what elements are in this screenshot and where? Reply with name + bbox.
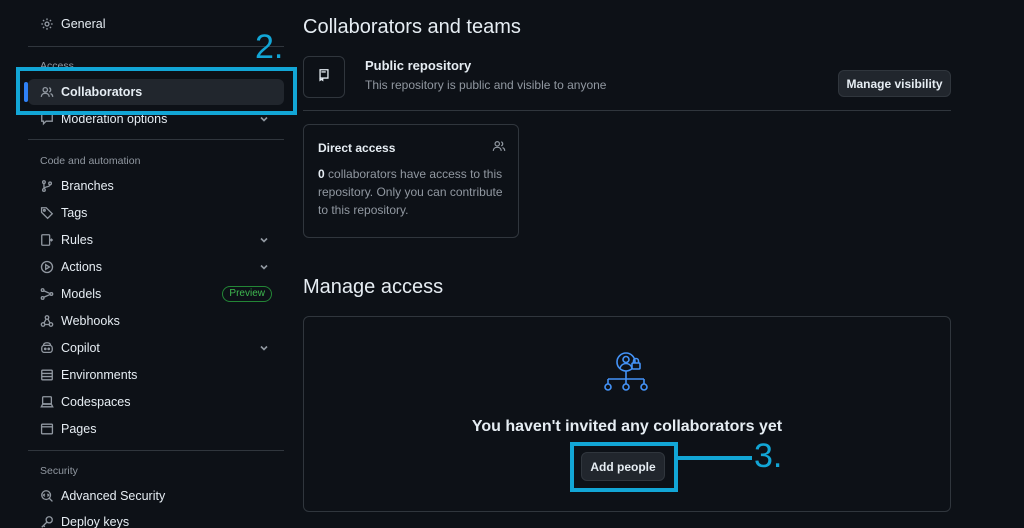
sidebar-item-codespaces[interactable]: Codespaces	[28, 389, 284, 415]
server-icon	[40, 368, 54, 382]
section-label-code-automation: Code and automation	[40, 155, 141, 167]
sidebar-item-pages[interactable]: Pages	[28, 416, 284, 442]
sidebar-item-rules[interactable]: Rules	[28, 227, 284, 253]
sidebar-item-webhooks[interactable]: Webhooks	[28, 308, 284, 334]
chevron-down-icon	[258, 234, 270, 246]
webhook-icon	[40, 314, 54, 328]
annotation-step-2: 2.	[255, 28, 284, 66]
sidebar-item-label: Codespaces	[61, 395, 131, 409]
sidebar-divider	[28, 450, 284, 451]
collaborator-count: 0	[318, 167, 325, 181]
sidebar-item-environments[interactable]: Environments	[28, 362, 284, 388]
sidebar-item-label: Rules	[61, 233, 93, 247]
annotation-connector-line	[676, 456, 752, 460]
chevron-down-icon	[258, 342, 270, 354]
manage-visibility-button[interactable]: Manage visibility	[838, 70, 951, 97]
sidebar-item-label: Branches	[61, 179, 114, 193]
repo-visibility-description: This repository is public and visible to…	[365, 78, 607, 92]
repo-icon	[317, 68, 331, 87]
page-title: Collaborators and teams	[303, 16, 521, 38]
key-icon	[40, 515, 54, 528]
direct-access-text: collaborators have access to this reposi…	[318, 167, 503, 217]
preview-badge: Preview	[222, 286, 272, 302]
direct-access-title: Direct access	[318, 141, 396, 155]
sidebar-divider	[28, 139, 284, 140]
section-divider	[303, 110, 951, 111]
direct-access-description: 0 collaborators have access to this repo…	[318, 165, 514, 219]
sidebar-item-label: Tags	[61, 206, 88, 220]
sidebar-item-label: General	[61, 17, 106, 31]
sidebar-item-label: Copilot	[61, 341, 100, 355]
play-circle-icon	[40, 260, 54, 274]
sidebar-item-models[interactable]: Models Preview	[28, 281, 284, 307]
sidebar-item-general[interactable]: General	[28, 11, 284, 37]
annotation-box-collaborators	[16, 67, 297, 115]
gear-icon	[40, 17, 54, 31]
copilot-icon	[40, 341, 54, 355]
annotation-step-3: 3.	[754, 437, 783, 475]
collaborators-empty-icon	[604, 352, 648, 391]
sidebar-item-tags[interactable]: Tags	[28, 200, 284, 226]
sidebar-item-label: Advanced Security	[61, 489, 166, 503]
sidebar-item-label: Actions	[61, 260, 102, 274]
direct-access-card: Direct access 0 collaborators have acces…	[303, 124, 519, 238]
codespaces-icon	[40, 395, 54, 409]
sidebar-item-actions[interactable]: Actions	[28, 254, 284, 280]
sidebar-item-label: Deploy keys	[61, 515, 130, 528]
annotation-box-add-people	[570, 442, 678, 492]
branch-icon	[40, 179, 54, 193]
sidebar-divider	[28, 46, 284, 47]
sidebar-item-label: Models	[61, 287, 102, 301]
models-icon	[40, 287, 54, 301]
sidebar-item-label: Webhooks	[61, 314, 120, 328]
sidebar-item-copilot[interactable]: Copilot	[28, 335, 284, 361]
repo-icon-box	[303, 56, 345, 98]
empty-state-title: You haven't invited any collaborators ye…	[471, 418, 783, 435]
codescan-icon	[40, 489, 54, 503]
manage-access-title: Manage access	[303, 276, 444, 298]
people-icon	[492, 139, 506, 153]
settings-page: General Access Collaborators Moderation …	[0, 0, 1024, 528]
sidebar-item-branches[interactable]: Branches	[28, 173, 284, 199]
tag-icon	[40, 206, 54, 220]
sidebar-item-label: Pages	[61, 422, 97, 436]
repo-visibility-title: Public repository	[365, 58, 472, 73]
browser-icon	[40, 422, 54, 436]
chevron-down-icon	[258, 261, 270, 273]
sidebar-item-label: Environments	[61, 368, 138, 382]
rules-icon	[40, 233, 54, 247]
sidebar-item-deploy-keys[interactable]: Deploy keys	[28, 509, 284, 528]
section-label-security: Security	[40, 465, 78, 477]
sidebar-item-advanced-security[interactable]: Advanced Security	[28, 483, 284, 509]
